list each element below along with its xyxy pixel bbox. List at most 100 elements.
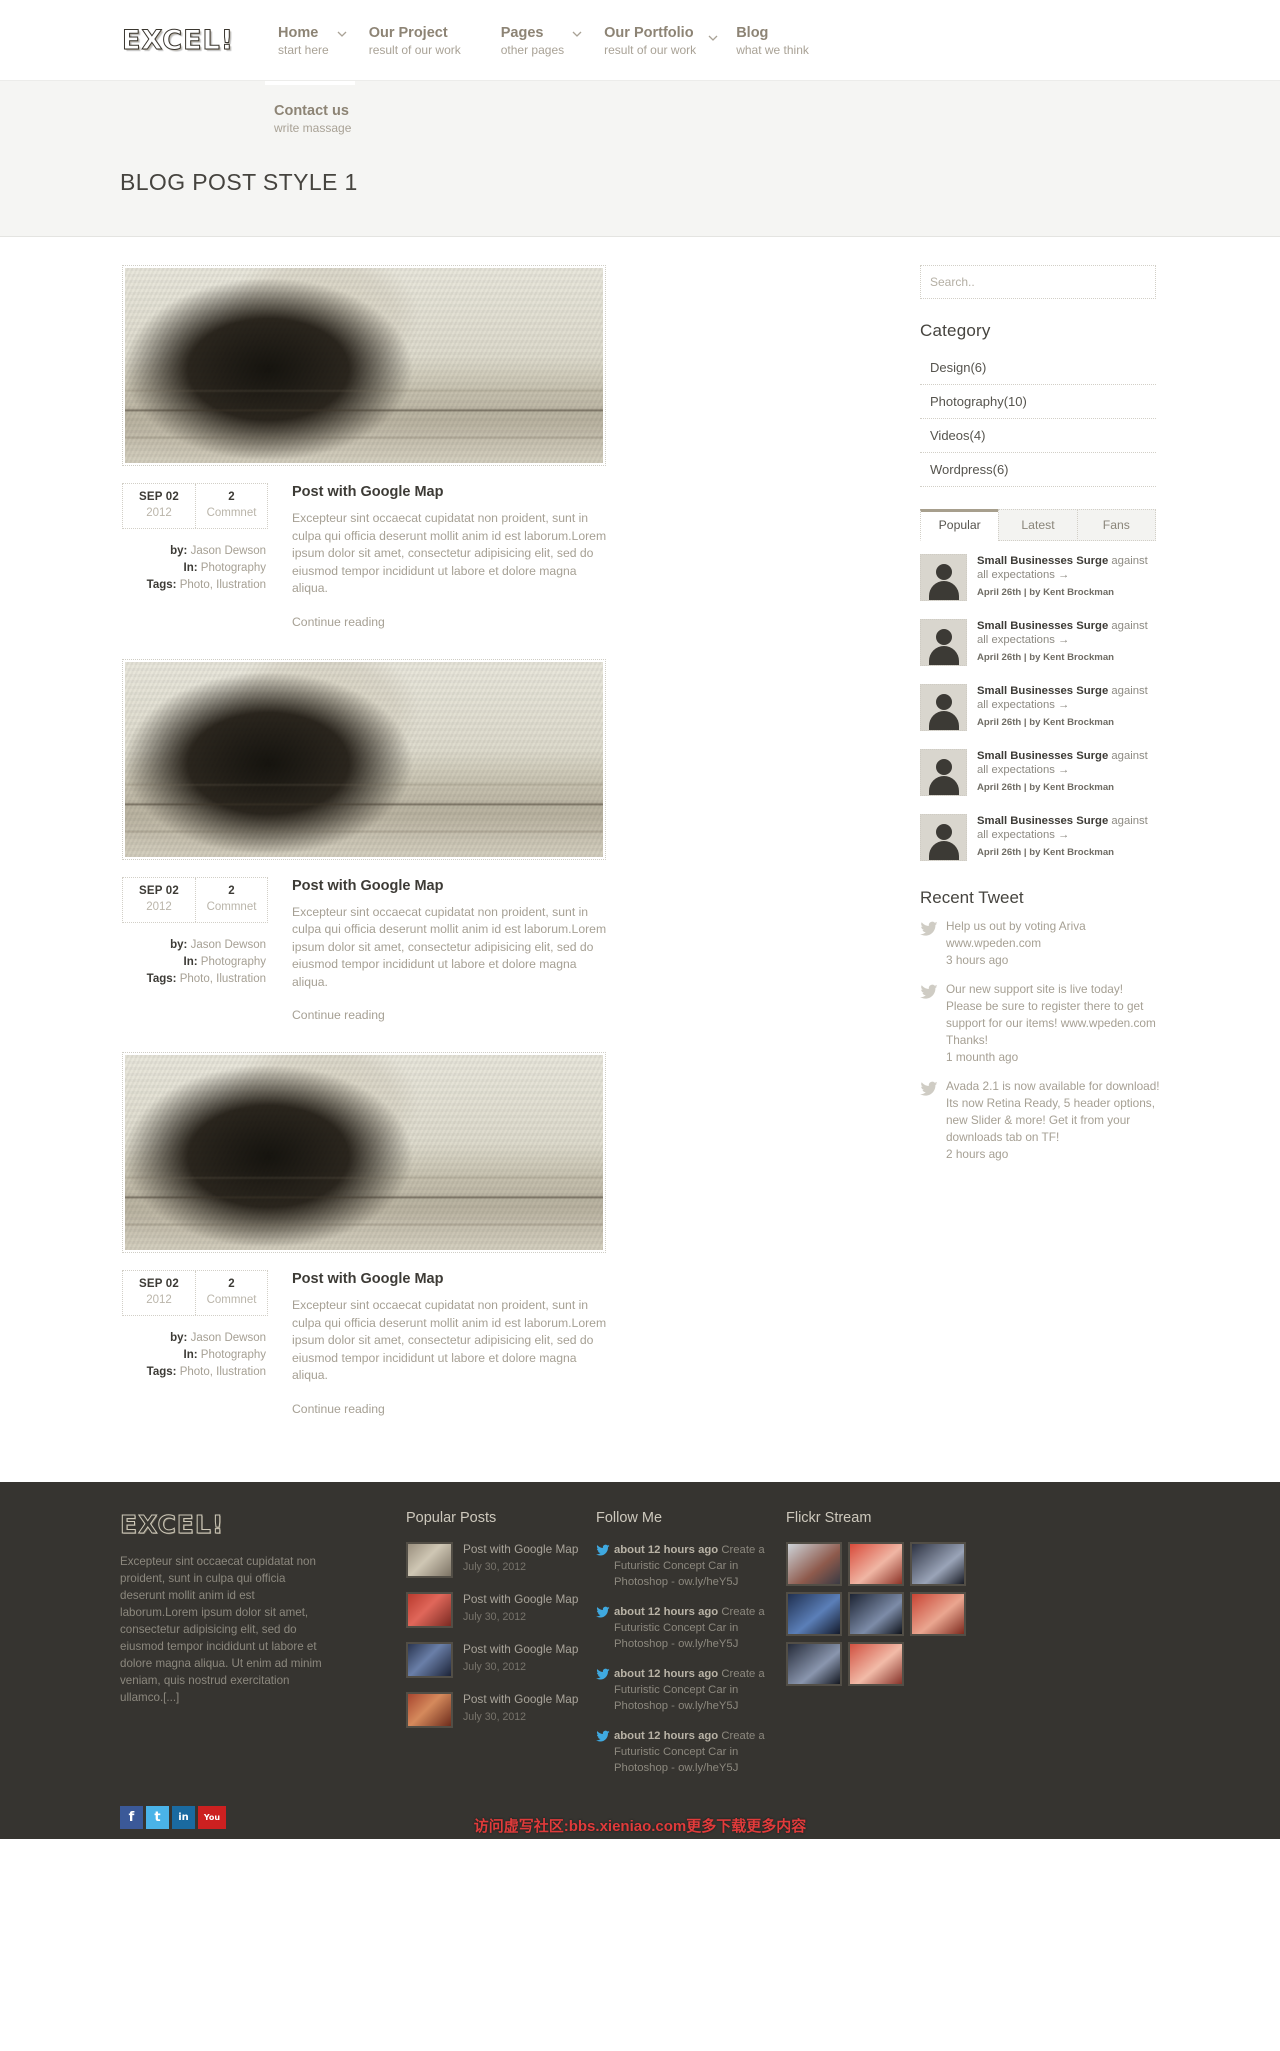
post-comment-cell[interactable]: 2 Commnet	[195, 484, 267, 528]
nav-item-our-project[interactable]: Our Project result of our work	[369, 25, 479, 58]
category-item-design[interactable]: Design(6)	[920, 350, 1156, 385]
site-header: EXCEL! Home start here Our Project resul…	[0, 0, 1280, 80]
twitter-bird-icon	[920, 981, 946, 1066]
item-title-bold: Small Businesses Surge	[977, 685, 1109, 697]
follow-link[interactable]: ow.ly/heY5J	[678, 1700, 738, 1712]
follow-link[interactable]: ow.ly/heY5J	[678, 1638, 738, 1650]
footer-follow-column: Follow Me about 12 hours ago Create a Fu…	[596, 1510, 772, 1790]
nav-item-pages[interactable]: Pages other pages	[501, 25, 582, 58]
list-item[interactable]: Post with Google Map July 30, 2012	[406, 1591, 582, 1628]
list-item[interactable]: about 12 hours ago Create a Futuristic C…	[596, 1604, 772, 1652]
twitter-icon[interactable]: t	[146, 1805, 169, 1829]
tab-popular[interactable]: Popular	[920, 509, 1000, 541]
flickr-thumb[interactable]	[786, 1641, 842, 1686]
follow-link[interactable]: ow.ly/heY5J	[678, 1576, 738, 1588]
linkedin-icon[interactable]: in	[172, 1805, 195, 1829]
tags-value[interactable]: Photo, Ilustration	[180, 1366, 266, 1378]
nav-item-blog[interactable]: Blog what we think	[736, 25, 827, 58]
post-featured-image[interactable]	[122, 658, 606, 860]
tweet-item: Avada 2.1 is now available for download!…	[920, 1078, 1160, 1163]
footer-logo[interactable]: EXCEL!	[120, 1509, 328, 1539]
blog-post: SEP 02 2012 2 Commnet by: Jason Dewson I…	[120, 265, 862, 629]
category-name[interactable]: Photography	[201, 562, 266, 574]
list-item[interactable]: Small Businesses Surge against all expec…	[920, 610, 1156, 675]
continue-reading-link[interactable]: Continue reading	[292, 1008, 862, 1022]
tweet-time: 3 hours ago	[946, 953, 1009, 967]
category-item-wordpress[interactable]: Wordpress(6)	[920, 453, 1156, 487]
post-tags-line: Tags: Photo, Ilustration	[120, 577, 266, 594]
flickr-thumb[interactable]	[848, 1541, 904, 1586]
author-name[interactable]: Jason Dewson	[191, 1332, 266, 1344]
flickr-thumb[interactable]	[848, 1591, 904, 1636]
category-name[interactable]: Photography	[201, 956, 266, 968]
chevron-down-icon[interactable]	[337, 29, 347, 39]
list-item[interactable]: Small Businesses Surge against all expec…	[920, 545, 1156, 610]
list-item[interactable]: Small Businesses Surge against all expec…	[920, 740, 1156, 805]
category-name[interactable]: Photography	[201, 1349, 266, 1361]
follow-link[interactable]: ow.ly/heY5J	[678, 1762, 738, 1774]
tweet-time: 1 mounth ago	[946, 1050, 1019, 1064]
post-meta: SEP 02 2012 2 Commnet by: Jason Dewson I…	[120, 483, 268, 629]
item-title: Small Businesses Surge against all expec…	[977, 554, 1156, 582]
category-item-photography[interactable]: Photography(10)	[920, 385, 1156, 419]
youtube-icon[interactable]: You	[198, 1805, 226, 1829]
twitter-bird-icon	[920, 918, 946, 969]
continue-reading-link[interactable]: Continue reading	[292, 615, 862, 629]
logo-text: EXCEL!	[121, 24, 235, 56]
item-date: April 26th | by Kent Brockman	[977, 717, 1115, 728]
flickr-thumb[interactable]	[848, 1641, 904, 1686]
twitter-bird-icon	[596, 1604, 614, 1652]
continue-reading-link[interactable]: Continue reading	[292, 1402, 862, 1416]
list-item[interactable]: about 12 hours ago Create a Futuristic C…	[596, 1666, 772, 1714]
tags-value[interactable]: Photo, Ilustration	[180, 579, 266, 591]
main-navigation: Home start here Our Project result of ou…	[278, 23, 827, 58]
post-featured-image[interactable]	[122, 1052, 606, 1253]
item-title-bold: Small Businesses Surge	[977, 815, 1109, 827]
post-date-cell: SEP 02 2012	[123, 878, 195, 922]
post-title[interactable]: Post with Google Map	[292, 483, 862, 501]
follow-time: about 12 hours ago	[614, 1729, 719, 1742]
nav-item-label: Our Project	[368, 24, 448, 41]
flickr-thumb[interactable]	[786, 1591, 842, 1636]
post-comment-count: 2	[228, 491, 235, 503]
author-name[interactable]: Jason Dewson	[191, 939, 266, 951]
flickr-thumb[interactable]	[786, 1541, 842, 1586]
category-item-videos[interactable]: Videos(4)	[920, 419, 1156, 453]
flickr-thumb[interactable]	[910, 1591, 966, 1636]
twitter-bird-icon	[596, 1666, 614, 1714]
tab-latest[interactable]: Latest	[998, 509, 1078, 541]
tweet-time: 2 hours ago	[946, 1147, 1009, 1161]
post-date-cell: SEP 02 2012	[123, 484, 195, 528]
chevron-down-icon[interactable]	[708, 33, 718, 43]
nav-item-our-portfolio[interactable]: Our Portfolio result of our work	[604, 25, 718, 58]
post-category-line: In: Photography	[120, 954, 266, 971]
site-logo[interactable]: EXCEL!	[120, 24, 270, 56]
flickr-thumb[interactable]	[910, 1541, 966, 1586]
nav-item-contact-us[interactable]: Contact us write massage	[274, 103, 394, 136]
chevron-down-icon[interactable]	[572, 29, 582, 39]
list-item[interactable]: about 12 hours ago Create a Futuristic C…	[596, 1542, 772, 1590]
tab-fans[interactable]: Fans	[1076, 509, 1156, 541]
list-item[interactable]: Post with Google Map July 30, 2012	[406, 1541, 582, 1578]
post-comment-cell[interactable]: 2 Commnet	[195, 1271, 267, 1315]
list-item[interactable]: Small Businesses Surge against all expec…	[920, 675, 1156, 740]
post-comment-cell[interactable]: 2 Commnet	[195, 877, 267, 922]
list-item[interactable]: about 12 hours ago Create a Futuristic C…	[596, 1728, 772, 1776]
post-title[interactable]: Post with Google Map	[292, 877, 862, 895]
post-title[interactable]: Post with Google Map	[292, 1270, 862, 1288]
tags-value[interactable]: Photo, Ilustration	[180, 973, 266, 985]
facebook-icon[interactable]: f	[120, 1805, 143, 1829]
list-item[interactable]: Post with Google Map July 30, 2012	[406, 1641, 582, 1678]
item-title-bold: Small Businesses Surge	[977, 620, 1109, 632]
search-box[interactable]	[920, 265, 1156, 299]
item-date: April 26th | by Kent Brockman	[977, 847, 1115, 858]
list-item[interactable]: Post with Google Map July 30, 2012	[406, 1691, 582, 1728]
post-category-line: In: Photography	[120, 560, 266, 577]
follow-time: about 12 hours ago	[614, 1605, 719, 1618]
nav-item-home[interactable]: Home start here	[278, 25, 347, 58]
list-item[interactable]: Small Businesses Surge against all expec…	[920, 805, 1156, 870]
recent-tweet-heading: Recent Tweet	[920, 888, 1024, 907]
author-name[interactable]: Jason Dewson	[191, 545, 266, 557]
post-featured-image[interactable]	[122, 265, 606, 466]
search-input[interactable]	[930, 275, 1146, 289]
